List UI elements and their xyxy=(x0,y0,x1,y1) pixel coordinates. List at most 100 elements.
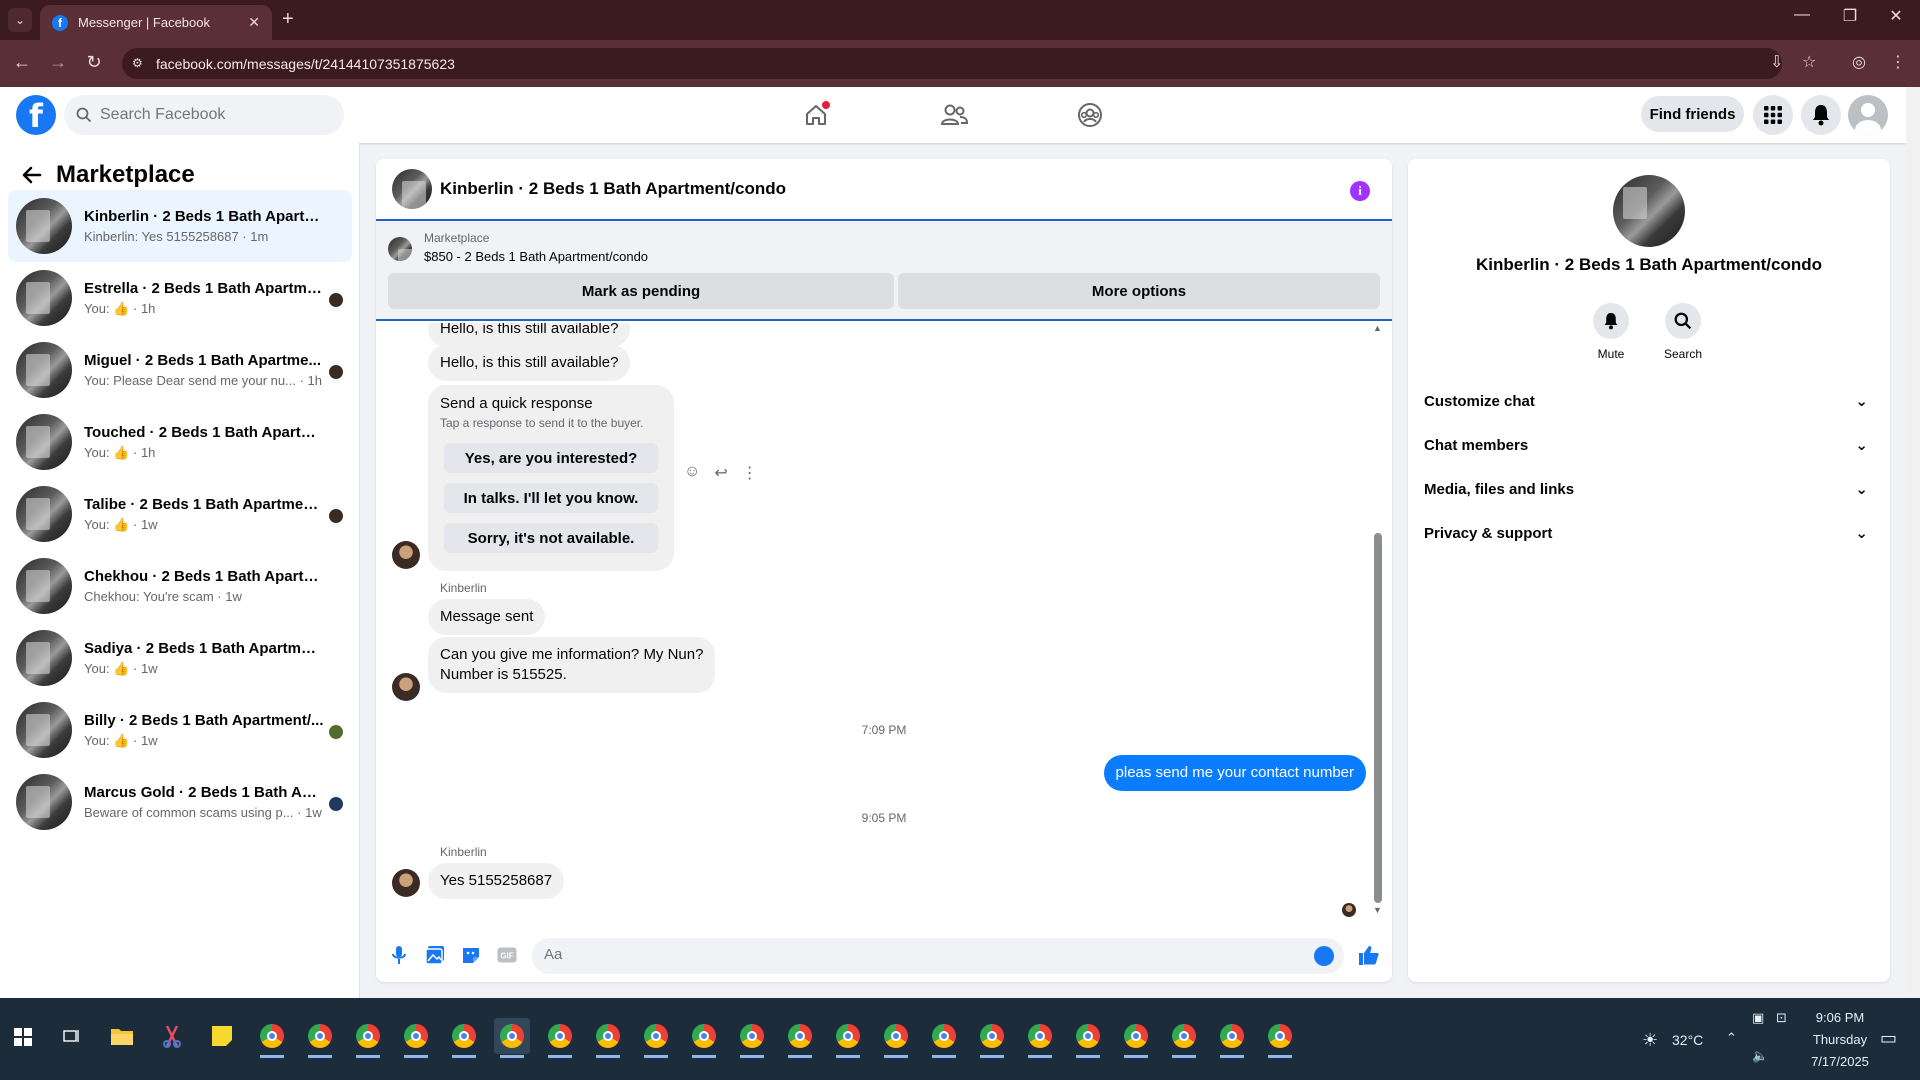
contact-avatar[interactable] xyxy=(392,869,420,897)
home-icon[interactable] xyxy=(796,95,836,135)
tray-chevron-up-icon[interactable]: ⌃ xyxy=(1726,1030,1737,1046)
mark-as-pending-button[interactable]: Mark as pending xyxy=(388,273,894,309)
minimize-icon[interactable]: — xyxy=(1782,6,1822,24)
weather-icon[interactable]: ☀ xyxy=(1642,1030,1658,1051)
site-info-icon[interactable]: ⚙ xyxy=(132,56,146,70)
quick-response-option[interactable]: Yes, are you interested? xyxy=(444,443,658,473)
chrome-profile-icon-active[interactable] xyxy=(494,1018,530,1058)
conversation-item[interactable]: Kinberlin · 2 Beds 1 Bath Apartmen... Ki… xyxy=(8,190,352,262)
notifications-bell-icon[interactable] xyxy=(1801,95,1841,135)
search-in-conversation-button[interactable]: Search xyxy=(1653,303,1713,361)
react-emoji-icon[interactable]: ☺ xyxy=(684,463,700,483)
listing-info[interactable]: Marketplace $850 - 2 Beds 1 Bath Apartme… xyxy=(388,231,648,264)
clock-day[interactable]: Thursday xyxy=(1808,1032,1872,1047)
network-icon[interactable]: ⊡ xyxy=(1776,1010,1787,1026)
clock-date[interactable]: 7/17/2025 xyxy=(1808,1054,1872,1069)
address-bar[interactable]: ⚙ facebook.com/messages/t/24144107351875… xyxy=(122,48,1782,79)
own-message-bubble[interactable]: pleas send me your contact number xyxy=(1103,755,1366,791)
chrome-profile-icon[interactable] xyxy=(302,1018,338,1058)
conversation-item[interactable]: Sadiya · 2 Beds 1 Bath Apartment/... You… xyxy=(8,622,352,694)
bookmark-star-icon[interactable]: ☆ xyxy=(1802,52,1816,72)
message-bubble[interactable]: Yes 5155258687 xyxy=(428,863,565,899)
new-tab-icon[interactable]: + xyxy=(282,8,294,30)
privacy-support-row[interactable]: Privacy & support ⌄ xyxy=(1424,511,1876,555)
chrome-profile-icon[interactable] xyxy=(974,1018,1010,1058)
sticker-icon[interactable] xyxy=(460,944,482,966)
back-icon[interactable]: ← xyxy=(10,52,34,73)
message-input[interactable] xyxy=(544,946,1284,963)
tab-search-icon[interactable]: ⌄ xyxy=(8,8,32,32)
more-kebab-icon[interactable]: ⋮ xyxy=(742,463,758,483)
conversation-item[interactable]: Touched · 2 Beds 1 Bath Apartmen... You:… xyxy=(8,406,352,478)
find-friends-button[interactable]: Find friends xyxy=(1641,96,1744,132)
temperature[interactable]: 32°C xyxy=(1672,1032,1703,1048)
snipping-tool-icon[interactable] xyxy=(154,1018,190,1054)
message-bubble[interactable]: Message sent xyxy=(428,599,546,635)
profile-icon[interactable]: ◎ xyxy=(1852,52,1866,72)
chrome-profile-icon[interactable] xyxy=(1214,1018,1250,1058)
thread-scrollbar[interactable]: ▲ ▼ xyxy=(1373,323,1382,918)
chrome-profile-icon[interactable] xyxy=(1022,1018,1058,1058)
chrome-profile-icon[interactable] xyxy=(926,1018,962,1058)
conversation-item[interactable]: Chekhou · 2 Beds 1 Bath Apartmen... Chek… xyxy=(8,550,352,622)
media-files-links-row[interactable]: Media, files and links ⌄ xyxy=(1424,467,1876,511)
notification-center-icon[interactable]: ▭ xyxy=(1880,1028,1897,1049)
menu-grid-icon[interactable] xyxy=(1753,95,1793,135)
chrome-profile-icon[interactable] xyxy=(830,1018,866,1058)
conversation-item[interactable]: Marcus Gold · 2 Beds 1 Bath Apa... Bewar… xyxy=(8,766,352,838)
chrome-profile-icon[interactable] xyxy=(734,1018,770,1058)
task-view-icon[interactable] xyxy=(54,1018,90,1054)
account-avatar[interactable] xyxy=(1848,95,1888,135)
tab-close-icon[interactable]: ✕ xyxy=(248,14,260,31)
conversation-item[interactable]: Talibe · 2 Beds 1 Bath Apartment... You:… xyxy=(8,478,352,550)
chrome-profile-icon[interactable] xyxy=(254,1018,290,1058)
chrome-profile-icon[interactable] xyxy=(686,1018,722,1058)
page-scrollbar[interactable] xyxy=(1906,87,1920,998)
chat-listing-thumbnail[interactable] xyxy=(392,169,432,209)
chat-title[interactable]: Kinberlin · 2 Beds 1 Bath Apartment/cond… xyxy=(440,179,786,199)
contact-avatar[interactable] xyxy=(392,541,420,569)
chrome-profile-icon[interactable] xyxy=(350,1018,386,1058)
chrome-profile-icon[interactable] xyxy=(1118,1018,1154,1058)
customize-chat-row[interactable]: Customize chat ⌄ xyxy=(1424,379,1876,423)
info-icon[interactable]: i xyxy=(1350,181,1370,201)
contact-avatar[interactable] xyxy=(392,673,420,701)
back-arrow-icon[interactable] xyxy=(16,159,48,191)
chrome-profile-icon[interactable] xyxy=(590,1018,626,1058)
message-bubble[interactable]: Hello, is this still available? xyxy=(428,323,631,347)
conversation-item[interactable]: Billy · 2 Beds 1 Bath Apartment/... You:… xyxy=(8,694,352,766)
chrome-profile-icon[interactable] xyxy=(398,1018,434,1058)
reply-icon[interactable]: ↩ xyxy=(714,463,727,483)
more-options-button[interactable]: More options xyxy=(898,273,1380,309)
chrome-profile-icon[interactable] xyxy=(638,1018,674,1058)
thumbs-up-send-icon[interactable] xyxy=(1358,944,1380,966)
emoji-icon[interactable] xyxy=(1314,946,1334,966)
gif-icon[interactable]: GIF xyxy=(496,944,518,966)
quick-response-option[interactable]: Sorry, it's not available. xyxy=(444,523,658,553)
friends-icon[interactable] xyxy=(934,95,974,135)
install-app-icon[interactable]: ⇩ xyxy=(1770,52,1783,72)
chrome-profile-icon[interactable] xyxy=(782,1018,818,1058)
meet-now-icon[interactable]: ▣ xyxy=(1752,1010,1764,1026)
chrome-profile-icon[interactable] xyxy=(446,1018,482,1058)
groups-icon[interactable] xyxy=(1070,95,1110,135)
microphone-icon[interactable] xyxy=(388,944,410,966)
conversation-item[interactable]: Estrella · 2 Beds 1 Bath Apartme... You:… xyxy=(8,262,352,334)
volume-icon[interactable]: 🔈 xyxy=(1752,1048,1768,1064)
facebook-search[interactable] xyxy=(64,95,344,135)
chrome-profile-icon[interactable] xyxy=(878,1018,914,1058)
quick-response-option[interactable]: In talks. I'll let you know. xyxy=(444,483,658,513)
message-bubble[interactable]: Hello, is this still available? xyxy=(428,345,631,381)
message-bubble[interactable]: Can you give me information? My Nun? Num… xyxy=(428,637,716,693)
restore-icon[interactable]: ❐ xyxy=(1830,6,1870,26)
chat-members-row[interactable]: Chat members ⌄ xyxy=(1424,423,1876,467)
chrome-profile-icon[interactable] xyxy=(542,1018,578,1058)
scroll-thumb[interactable] xyxy=(1374,533,1382,903)
chrome-profile-icon[interactable] xyxy=(1262,1018,1298,1058)
windows-start-icon[interactable] xyxy=(14,1028,32,1051)
browser-tab-messenger[interactable]: f Messenger | Facebook ✕ xyxy=(40,5,272,40)
menu-kebab-icon[interactable]: ⋮ xyxy=(1890,52,1906,72)
close-window-icon[interactable]: ✕ xyxy=(1876,6,1916,26)
facebook-logo-icon[interactable]: f xyxy=(16,95,56,135)
conversation-item[interactable]: Miguel · 2 Beds 1 Bath Apartme... You: P… xyxy=(8,334,352,406)
